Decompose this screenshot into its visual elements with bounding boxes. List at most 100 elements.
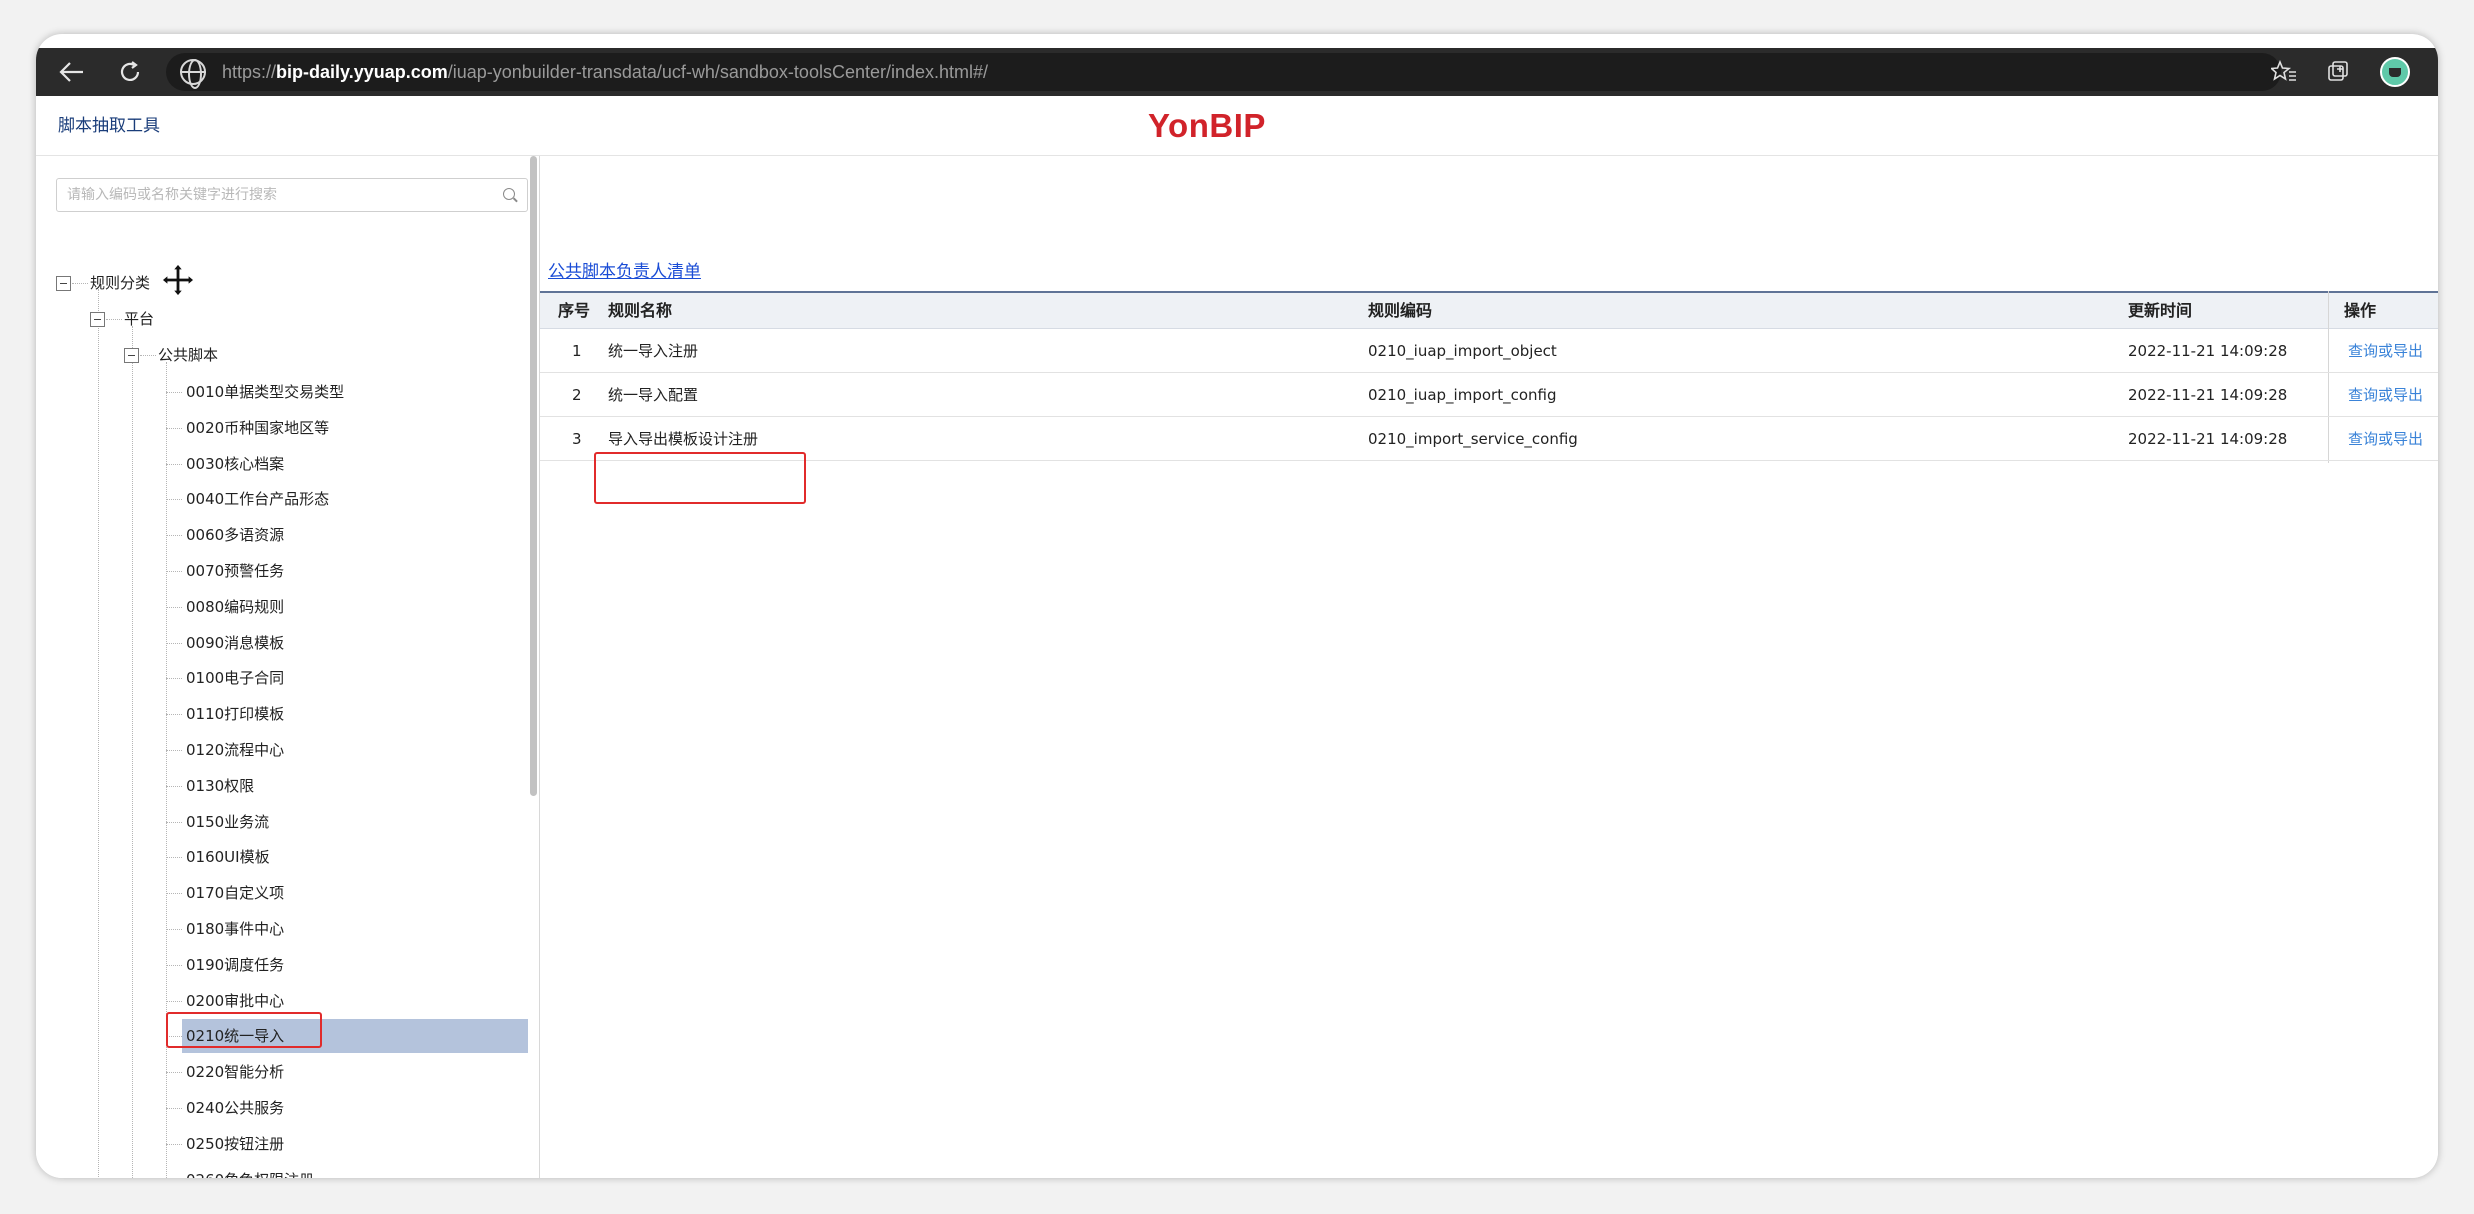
tree-node-root[interactable]: 规则分类 [90, 271, 150, 295]
tree-connector [166, 929, 182, 930]
tree-connector [72, 283, 88, 284]
tree-leaf-item[interactable]: 0070预警任务 [182, 554, 284, 588]
query-export-link[interactable]: 查询或导出 [2348, 373, 2423, 417]
url-text[interactable]: https://bip-daily.yyuap.com/iuap-yonbuil… [222, 53, 988, 91]
tree-leaf-item[interactable]: 0010单据类型交易类型 [182, 375, 344, 409]
search-input[interactable] [67, 179, 487, 211]
tree-connector [166, 1072, 182, 1073]
sidebar-scrollbar-thumb[interactable] [530, 156, 537, 796]
tree-leaf-item[interactable]: 0030核心档案 [182, 447, 284, 481]
browser-window: https://bip-daily.yyuap.com/iuap-yonbuil… [36, 34, 2438, 1178]
tree-leaf-item[interactable]: 0190调度任务 [182, 948, 284, 982]
tree-connector [166, 786, 182, 787]
table-row: 3 导入导出模板设计注册 0210_import_service_config … [540, 417, 2438, 461]
highlight-box-rule-name [594, 452, 806, 504]
search-box [56, 178, 528, 212]
favorites-icon[interactable] [2268, 56, 2300, 88]
table-header: 序号 规则名称 规则编码 更新时间 操作 [540, 291, 2438, 329]
tree-connector [166, 464, 182, 465]
tree-leaf-item[interactable]: 0020币种国家地区等 [182, 411, 329, 445]
tree-connector [132, 326, 133, 1178]
row-name: 统一导入注册 [608, 342, 699, 360]
tree-connector [166, 750, 182, 751]
row-time: 2022-11-21 14:09:28 [2128, 430, 2288, 448]
row-index: 1 [572, 342, 582, 360]
row-time: 2022-11-21 14:09:28 [2128, 386, 2288, 404]
tree-connector [166, 392, 182, 393]
tree-connector [98, 289, 99, 1178]
tree-node-public-scripts[interactable]: 公共脚本 [158, 343, 218, 367]
tree-connector [166, 535, 182, 536]
app-title: 脚本抽取工具 [58, 116, 160, 136]
url-path: /iuap-yonbuilder-transdata/ucf-wh/sandbo… [447, 62, 989, 82]
tree-leaf-item[interactable]: 0110打印模板 [182, 697, 284, 731]
column-header-time: 更新时间 [2128, 301, 2193, 320]
tree-leaf-item[interactable]: 0100电子合同 [182, 661, 284, 695]
move-cursor-icon [161, 263, 195, 297]
app-header: 脚本抽取工具 YonBIP [36, 96, 2438, 156]
tree-connector [166, 428, 182, 429]
yonbip-logo: YonBIP [1148, 107, 1266, 144]
tree-leaf-item[interactable]: 0180事件中心 [182, 912, 284, 946]
tree-connector [166, 362, 167, 1178]
tree-leaf-item[interactable]: 0120流程中心 [182, 733, 284, 767]
browser-toolbar: https://bip-daily.yyuap.com/iuap-yonbuil… [36, 48, 2438, 96]
tree-connector [166, 643, 182, 644]
column-header-name: 规则名称 [608, 301, 673, 320]
tree-connector [140, 355, 156, 356]
collapse-toggle-icon[interactable] [56, 276, 71, 291]
query-export-link[interactable]: 查询或导出 [2348, 329, 2423, 373]
tree-connector [166, 499, 182, 500]
refresh-icon[interactable] [106, 48, 154, 96]
tree-connector [106, 319, 122, 320]
tree-leaf-item[interactable]: 0090消息模板 [182, 626, 284, 660]
tree-leaf-item[interactable]: 0220智能分析 [182, 1055, 284, 1089]
tree-connector [166, 607, 182, 608]
row-index: 3 [572, 430, 582, 448]
row-index: 2 [572, 386, 582, 404]
column-header-action: 操作 [2344, 301, 2377, 320]
table-row: 1 统一导入注册 0210_iuap_import_object 2022-11… [540, 329, 2438, 373]
tree-connector [166, 714, 182, 715]
tree-leaf-item[interactable]: 0060多语资源 [182, 518, 284, 552]
url-host: bip-daily.yyuap.com [276, 62, 448, 82]
tree-connector [166, 822, 182, 823]
profile-avatar-icon[interactable] [2380, 57, 2410, 87]
tree-connector [166, 1108, 182, 1109]
tree-leaf-item[interactable]: 0130权限 [182, 769, 254, 803]
tree-connector [166, 893, 182, 894]
collections-icon[interactable] [2322, 56, 2354, 88]
tree-connector [166, 678, 182, 679]
column-header-index: 序号 [558, 301, 591, 320]
tree-connector [166, 1001, 182, 1002]
tree-connector [166, 1144, 182, 1145]
globe-icon [180, 59, 206, 89]
row-code: 0210_iuap_import_config [1368, 386, 1557, 404]
search-icon[interactable] [503, 188, 515, 200]
query-export-link[interactable]: 查询或导出 [2348, 417, 2423, 461]
row-name: 统一导入配置 [608, 386, 699, 404]
tree-leaf-item[interactable]: 0240公共服务 [182, 1091, 284, 1125]
back-arrow-icon[interactable] [48, 48, 96, 96]
collapse-toggle-icon[interactable] [124, 348, 139, 363]
collapse-toggle-icon[interactable] [90, 312, 105, 327]
address-bar[interactable]: https://bip-daily.yyuap.com/iuap-yonbuil… [166, 53, 2281, 91]
rule-category-sidebar: 规则分类 平台 公共脚本 0010单据类型交易类型0020币种国家地区等0030… [36, 156, 538, 1178]
tree-leaf-item[interactable]: 0040工作台产品形态 [182, 482, 329, 516]
tree-leaf-item[interactable]: 0250按钮注册 [182, 1127, 284, 1161]
column-header-code: 规则编码 [1368, 301, 1433, 320]
public-script-owner-list-link[interactable]: 公共脚本负责人清单 [548, 257, 701, 282]
tree-leaf-item[interactable]: 0160UI模板 [182, 840, 270, 874]
tree-leaf-item[interactable]: 0260角色权限注册 [182, 1163, 314, 1178]
tree-leaf-item[interactable]: 0150业务流 [182, 805, 269, 839]
table-row: 2 统一导入配置 0210_iuap_import_config 2022-11… [540, 373, 2438, 417]
row-time: 2022-11-21 14:09:28 [2128, 342, 2288, 360]
tree-connector [166, 857, 182, 858]
row-code: 0210_import_service_config [1368, 430, 1578, 448]
row-code: 0210_iuap_import_object [1368, 342, 1557, 360]
tree-connector [166, 571, 182, 572]
tree-leaf-item[interactable]: 0080编码规则 [182, 590, 284, 624]
highlight-box-selected-category [166, 1012, 322, 1048]
tree-node-platform[interactable]: 平台 [124, 307, 154, 331]
tree-leaf-item[interactable]: 0170自定义项 [182, 876, 284, 910]
